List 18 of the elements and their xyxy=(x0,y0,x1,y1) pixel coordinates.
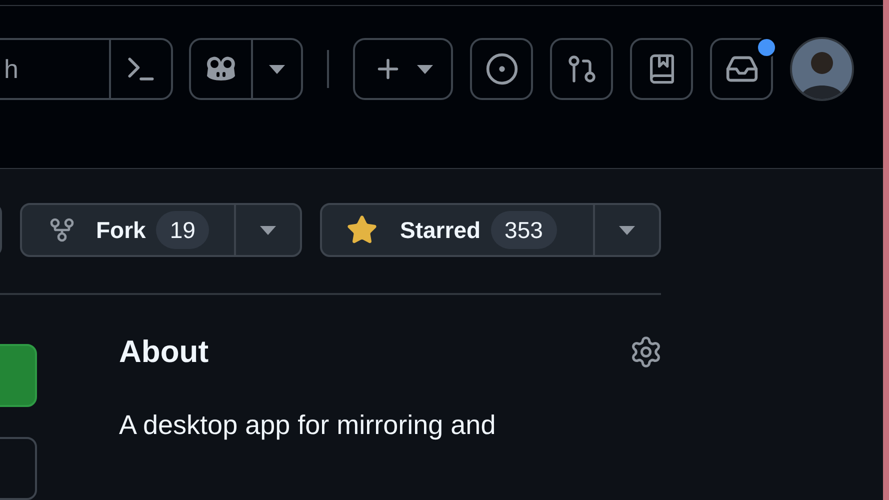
fork-icon xyxy=(48,216,76,244)
circle-dot-icon xyxy=(484,52,518,86)
caret-icon xyxy=(260,226,276,234)
repositories-button[interactable] xyxy=(630,38,693,100)
star-count: 353 xyxy=(490,211,557,249)
settings-button[interactable] xyxy=(629,335,663,369)
search-field[interactable]: h xyxy=(0,38,173,100)
repo-description: A desktop app for mirroring and xyxy=(119,410,497,441)
settings-icon xyxy=(629,335,663,369)
search-input[interactable]: h xyxy=(0,40,109,98)
caret-icon xyxy=(269,64,285,74)
about-heading: About xyxy=(119,334,209,370)
caret-icon xyxy=(619,226,635,234)
caret-icon xyxy=(417,64,433,74)
fork-count: 19 xyxy=(156,211,210,249)
issues-button[interactable] xyxy=(470,38,533,100)
pull-request-icon xyxy=(566,53,598,85)
pull-requests-button[interactable] xyxy=(550,38,613,100)
